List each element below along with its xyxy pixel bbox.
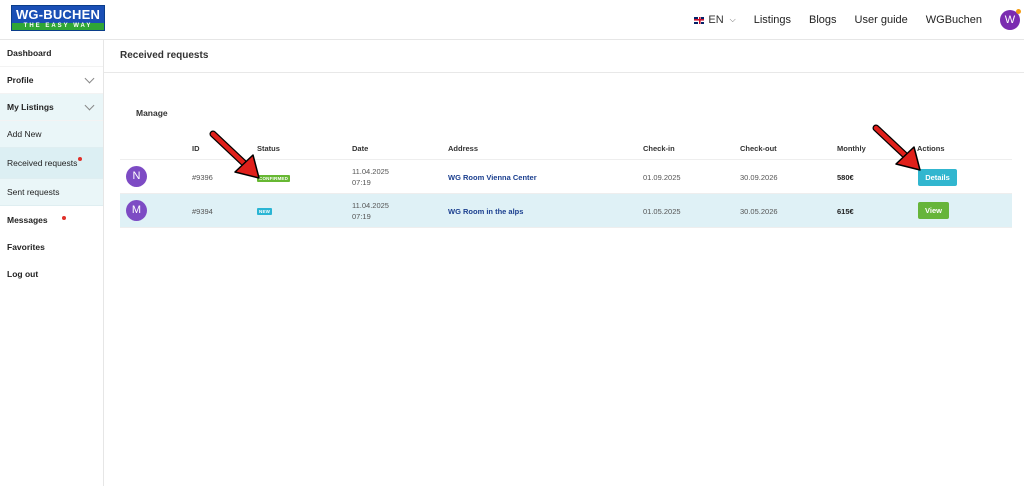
sidebar-item-label: Received requests [7, 158, 78, 168]
sidebar-item-label: Profile [7, 75, 34, 85]
language-label: EN [708, 14, 724, 26]
nav-listings[interactable]: Listings [754, 14, 791, 26]
sidebar-item-received-requests[interactable]: Received requests [0, 148, 103, 179]
nav-wgbuchen[interactable]: WGBuchen [926, 14, 982, 26]
avatar: M [126, 200, 147, 221]
check-out-date: 30.09.2026 [740, 173, 778, 182]
chevron-down-icon: ⌵ [729, 15, 736, 24]
logo-title: WG-BUCHEN [12, 6, 104, 23]
check-out-date: 30.05.2026 [740, 207, 778, 216]
col-address: Address [448, 144, 479, 153]
chevron-down-icon [84, 100, 95, 111]
page-title: Received requests [120, 50, 209, 61]
sidebar-item-label: Log out [7, 268, 39, 279]
sidebar-item-label: Sent requests [7, 187, 60, 197]
nav-user-guide[interactable]: User guide [855, 14, 908, 26]
request-id: #9394 [192, 207, 213, 216]
red-arrow-status-icon [209, 130, 260, 179]
sidebar-item-dashboard[interactable]: Dashboard [0, 40, 103, 67]
sidebar-item-favorites[interactable]: Favorites [0, 233, 103, 260]
logo-tagline: THE EASY WAY [12, 23, 104, 30]
col-check-out: Check-out [740, 144, 777, 153]
sidebar-item-label: My Listings [7, 102, 54, 112]
col-check-in: Check-in [643, 144, 675, 153]
main-nav: EN ⌵ Listings Blogs User guide WGBuchen … [694, 0, 1024, 40]
sidebar-item-log-out[interactable]: Log out [0, 260, 103, 287]
request-date: 11.04.2025 [352, 167, 389, 176]
divider [104, 72, 1024, 73]
sidebar: Dashboard Profile My Listings Add New Re… [0, 40, 104, 486]
nav-blogs[interactable]: Blogs [809, 14, 837, 26]
unread-dot [78, 157, 83, 161]
sidebar-item-profile[interactable]: Profile [0, 67, 103, 94]
col-monthly: Monthly [837, 144, 866, 153]
col-date: Date [352, 144, 369, 153]
red-arrow-actions-icon [872, 124, 921, 171]
sidebar-item-add-new[interactable]: Add New [0, 121, 103, 148]
col-id: ID [192, 144, 200, 153]
chevron-down-icon [84, 73, 95, 84]
view-button[interactable]: View [918, 202, 949, 219]
check-in-date: 01.09.2025 [643, 173, 681, 182]
sidebar-item-label: Messages [7, 214, 48, 225]
request-time: 07:19 [352, 178, 371, 187]
notification-dot [1016, 9, 1021, 14]
sidebar-item-label: Add New [7, 129, 42, 139]
sidebar-item-label: Dashboard [7, 48, 52, 58]
user-avatar[interactable]: W [1000, 9, 1021, 30]
monthly-price: 615€ [837, 207, 854, 216]
sidebar-item-sent-requests[interactable]: Sent requests [0, 179, 103, 206]
listing-address-link[interactable]: WG Room in the alps [448, 207, 523, 216]
top-header: WG-BUCHEN THE EASY WAY EN ⌵ Listings Blo… [0, 0, 1024, 40]
request-date: 11.04.2025 [352, 201, 389, 210]
uk-flag-icon [694, 16, 705, 24]
monthly-price: 580€ [837, 173, 854, 182]
status-badge: NEW [257, 208, 273, 215]
user-avatar-letter: W [1004, 14, 1016, 26]
avatar: N [126, 166, 147, 187]
sidebar-item-my-listings[interactable]: My Listings [0, 94, 103, 121]
table-row: M #9394 NEW 11.04.2025 07:19 WG Room in … [120, 194, 1012, 228]
request-time: 07:19 [352, 212, 371, 221]
sidebar-item-label: Favorites [7, 241, 45, 252]
sidebar-item-messages[interactable]: Messages [0, 206, 103, 233]
language-selector[interactable]: EN ⌵ [694, 14, 736, 26]
check-in-date: 01.05.2025 [643, 207, 681, 216]
listing-address-link[interactable]: WG Room Vienna Center [448, 173, 537, 182]
wg-buchen-logo[interactable]: WG-BUCHEN THE EASY WAY [11, 5, 105, 31]
unread-dot [61, 215, 66, 220]
section-heading: Manage [136, 108, 168, 118]
